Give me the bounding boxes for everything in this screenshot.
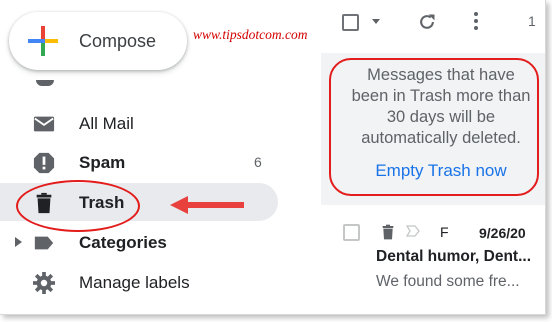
message-trash-icon: [382, 224, 394, 240]
sidebar-item-label: Manage labels: [79, 273, 190, 292]
annotation-arrow-icon: [170, 196, 244, 214]
sidebar-item-label: Spam: [79, 153, 126, 172]
mail-icon: [33, 116, 55, 132]
expand-arrow-icon[interactable]: [15, 237, 23, 247]
refresh-icon[interactable]: [417, 12, 437, 32]
sidebar-item-label: Categories: [79, 233, 167, 252]
gmail-screenshot: Compose www.tipsdotcom.com All Mail Spam…: [0, 0, 546, 315]
sidebar-item-manage-labels[interactable]: Manage labels: [0, 263, 280, 301]
select-all-checkbox[interactable]: [342, 14, 359, 31]
sidebar-item-all-mail[interactable]: All Mail: [0, 104, 280, 142]
notice-highlight-annotation: [329, 58, 539, 196]
message-subject[interactable]: Dental humor, Dent...: [376, 248, 531, 266]
compose-button[interactable]: Compose: [9, 12, 187, 70]
compose-label: Compose: [79, 30, 157, 51]
select-dropdown-icon[interactable]: [372, 19, 380, 24]
sidebar-item-label: All Mail: [79, 114, 134, 133]
spam-count: 6: [254, 154, 262, 170]
message-checkbox[interactable]: [343, 224, 360, 241]
sidebar-item-categories[interactable]: Categories: [0, 223, 280, 261]
compose-plus-icon: [27, 25, 59, 57]
sidebar-item-spam[interactable]: Spam 6: [0, 143, 280, 181]
label-icon: [34, 236, 54, 250]
more-options-icon[interactable]: [474, 12, 480, 32]
spam-icon: [33, 152, 55, 174]
gear-icon: [33, 272, 55, 294]
clipped-nav-icon: [36, 80, 54, 86]
message-date: 9/26/20: [479, 225, 526, 241]
message-sender: F: [440, 224, 449, 240]
importance-marker-icon[interactable]: [406, 225, 420, 237]
pagination-count: 1: [528, 13, 536, 29]
message-snippet[interactable]: We found some fre...: [376, 273, 520, 291]
watermark: www.tipsdotcom.com: [193, 27, 308, 42]
